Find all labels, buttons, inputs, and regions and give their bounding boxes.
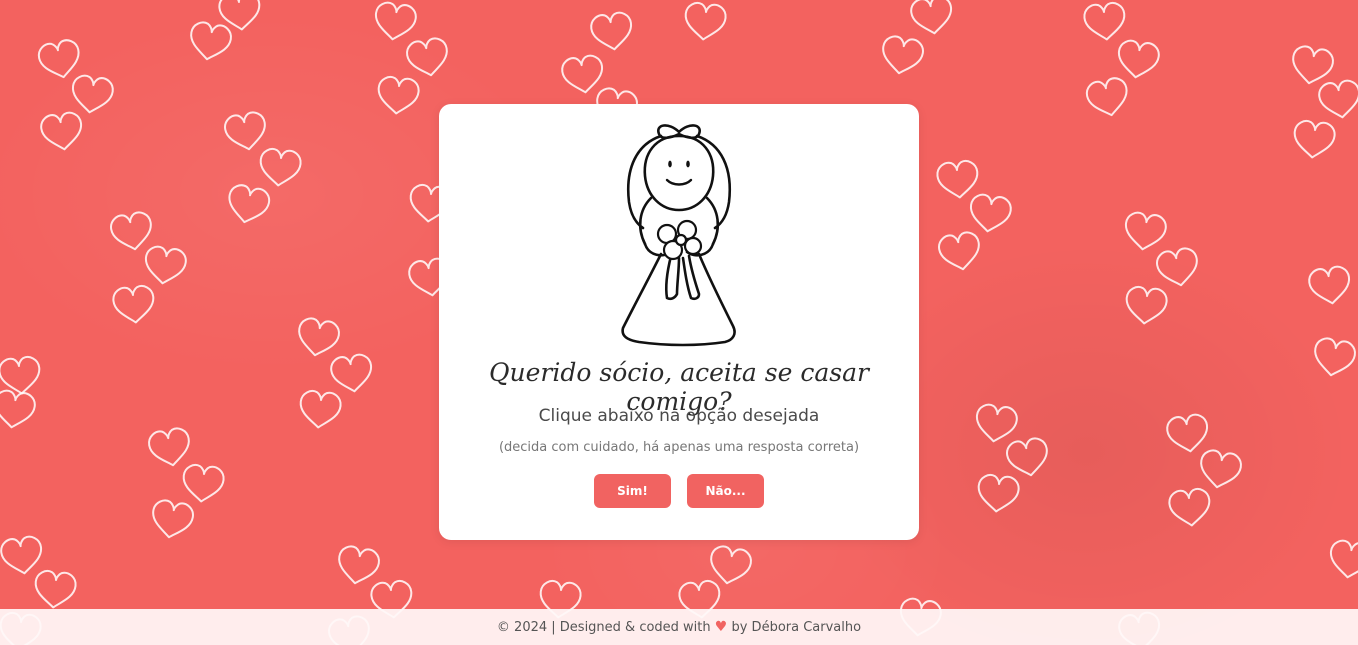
background-heart-icon [1125,211,1167,251]
background-heart-icon [224,111,266,151]
footer-credit-prefix: © 2024 | Designed & coded with [496,620,711,635]
background-heart-icon [0,356,41,395]
background-heart-icon [228,184,271,224]
background-heart-icon [0,535,42,575]
background-heart-icon [1125,286,1168,325]
background-heart-icon [977,474,1020,513]
background-heart-icon [110,211,152,251]
background-heart-icon [34,570,77,609]
background-heart-icon [375,1,417,41]
footer-credit-suffix: by Débora Carvalho [731,620,862,635]
yes-button[interactable]: Sim! [594,474,671,508]
background-heart-icon [406,37,448,77]
background-heart-icon [1083,2,1126,41]
background-heart-icon [152,499,194,539]
background-heart-icon [1156,247,1198,287]
bride-illustration [621,124,736,347]
background-heart-icon [1293,120,1336,159]
background-heart-icon [1085,77,1128,117]
background-heart-icon [684,2,727,41]
no-button[interactable]: Não... [687,474,764,508]
background-heart-icon [1330,539,1358,579]
background-heart-icon [145,245,187,285]
background-heart-icon [976,403,1018,443]
background-heart-icon [1166,413,1208,453]
background-heart-icon [1314,337,1356,377]
instruction-text: Clique abaixo na opção desejada [538,406,820,426]
background-heart-icon [561,54,603,94]
background-heart-icon [72,74,114,114]
background-heart-icon [40,111,82,151]
background-heart-icon [338,545,380,585]
background-heart-icon [1292,45,1334,85]
background-heart-icon [882,35,924,75]
background-heart-icon [1168,488,1211,527]
background-heart-icon [190,21,232,61]
background-heart-icon [182,464,225,503]
background-heart-icon [936,160,979,199]
background-heart-icon [970,193,1012,233]
background-heart-icon [910,0,952,35]
background-heart-icon [148,427,190,467]
background-heart-icon [0,389,36,429]
background-heart-icon [1318,79,1358,119]
background-heart-icon [710,545,752,585]
background-heart-icon [259,148,302,187]
background-heart-icon [1118,39,1160,79]
background-heart-icon [299,390,342,429]
warning-note: (decida com cuidado, há apenas uma respo… [498,440,860,455]
proposal-card: Querido sócio, aceita se casar comigo? C… [439,104,919,540]
heart-icon: ♥ [714,619,728,635]
footer: © 2024 | Designed & coded with ♥ by Débo… [0,609,1358,645]
background-heart-icon [1006,437,1048,477]
background-heart-icon [112,285,155,324]
background-heart-icon [330,353,372,393]
background-heart-icon [298,317,340,357]
background-heart-icon [590,11,632,51]
background-heart-icon [938,231,980,271]
background-heart-icon [1200,449,1242,489]
background-heart-icon [377,76,420,115]
background-heart-icon [37,39,80,79]
background-heart-icon [1308,265,1350,305]
